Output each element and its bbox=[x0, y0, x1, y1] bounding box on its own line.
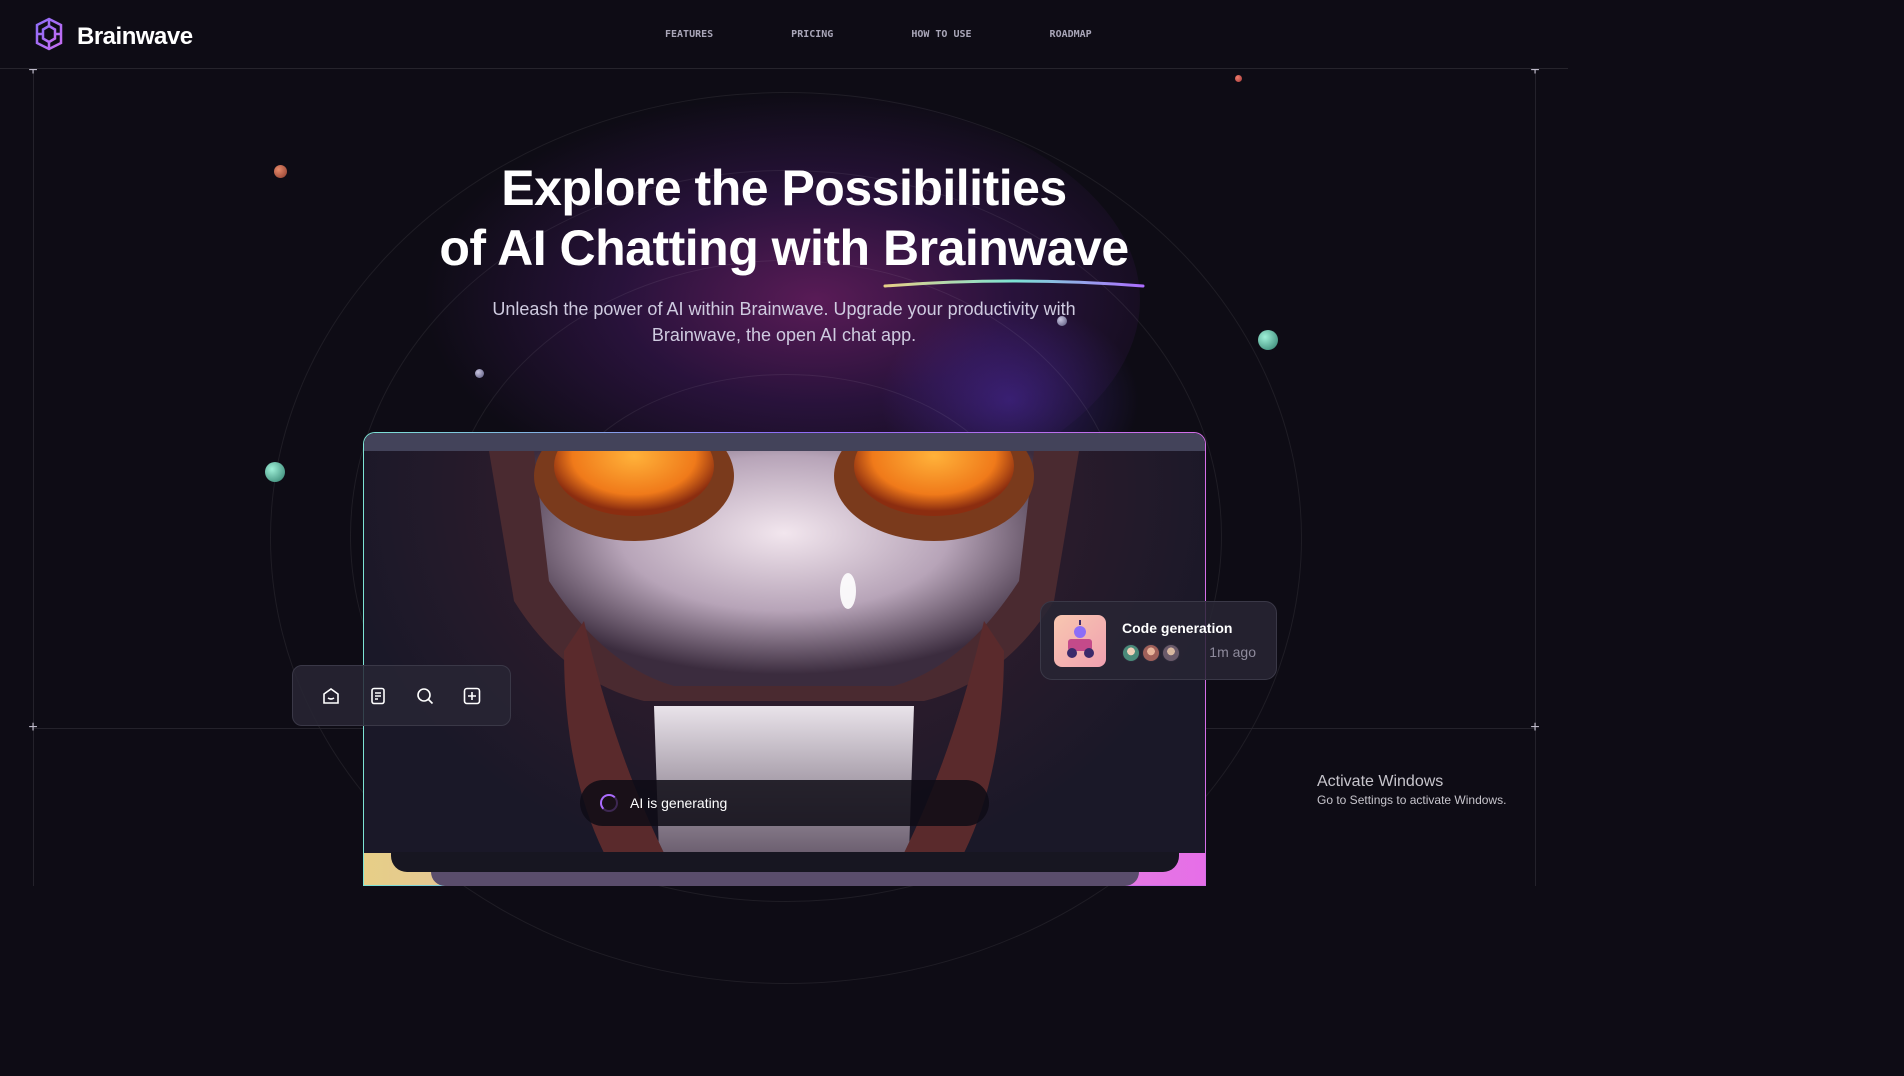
home-icon bbox=[322, 687, 339, 704]
hero-subtitle: Unleash the power of AI within Brainwave… bbox=[492, 299, 1076, 345]
add-icon bbox=[464, 687, 481, 704]
avatar bbox=[1142, 644, 1160, 662]
ai-generating-status: AI is generating bbox=[580, 780, 989, 826]
orb-decoration bbox=[1235, 75, 1242, 82]
curve-underline-icon bbox=[883, 279, 1145, 288]
nav-item-roadmap[interactable]: Roadmap bbox=[1011, 0, 1131, 69]
windows-activation-notice: Activate Windows Go to Settings to activ… bbox=[1317, 773, 1506, 807]
hero-title-highlight-text: Brainwave bbox=[883, 220, 1129, 276]
plus-icon: + bbox=[28, 719, 38, 736]
nav-item-features[interactable]: Features bbox=[626, 0, 752, 69]
activation-title: Activate Windows bbox=[1317, 773, 1444, 790]
card-thumbnail bbox=[1054, 615, 1106, 667]
hero-title-line-1: Explore the Possibilities bbox=[501, 160, 1067, 216]
brand-name: Brainwave bbox=[77, 22, 193, 50]
hero-title: Explore the Possibilities of AI Chatting… bbox=[0, 158, 1568, 288]
screen-top-bar bbox=[364, 433, 1205, 451]
site-header: Brainwave Features Pricing How to use Ro… bbox=[0, 0, 1568, 69]
card-avatars bbox=[1122, 644, 1182, 662]
nav-item-how-to-use[interactable]: How to use bbox=[872, 0, 1010, 69]
orb-decoration bbox=[475, 369, 484, 378]
document-icon bbox=[371, 687, 385, 704]
ai-generating-text: AI is generating bbox=[630, 795, 728, 811]
orb-decoration bbox=[265, 462, 285, 482]
card-title: Code generation bbox=[1122, 620, 1233, 636]
plus-icon: + bbox=[1530, 719, 1540, 736]
avatar bbox=[1122, 644, 1140, 662]
code-generation-card[interactable]: Code generation 1m ago bbox=[1040, 601, 1277, 680]
home-button[interactable] bbox=[315, 680, 347, 712]
hero-title-line-2: of AI Chatting with bbox=[439, 220, 883, 276]
activation-subtitle: Go to Settings to activate Windows. bbox=[1317, 793, 1507, 807]
hero-title-highlight: Brainwave bbox=[883, 218, 1145, 288]
avatar bbox=[1162, 644, 1180, 662]
card-timestamp: 1m ago bbox=[1209, 644, 1256, 660]
document-button[interactable] bbox=[362, 680, 394, 712]
robot-car-icon bbox=[1067, 620, 1094, 658]
add-button[interactable] bbox=[456, 680, 488, 712]
brain-icon bbox=[31, 16, 67, 57]
search-button[interactable] bbox=[409, 680, 441, 712]
floating-toolbar bbox=[292, 665, 511, 726]
screen-shadow-layer-2 bbox=[431, 872, 1139, 886]
brand-logo[interactable]: Brainwave bbox=[31, 16, 193, 57]
orb-decoration bbox=[1258, 330, 1278, 350]
nav-item-pricing[interactable]: Pricing bbox=[752, 0, 872, 69]
search-icon bbox=[417, 687, 434, 704]
main-nav: Features Pricing How to use Roadmap bbox=[626, 0, 1131, 69]
screen-shadow-layer bbox=[391, 852, 1179, 872]
loading-spinner-icon bbox=[600, 794, 618, 812]
